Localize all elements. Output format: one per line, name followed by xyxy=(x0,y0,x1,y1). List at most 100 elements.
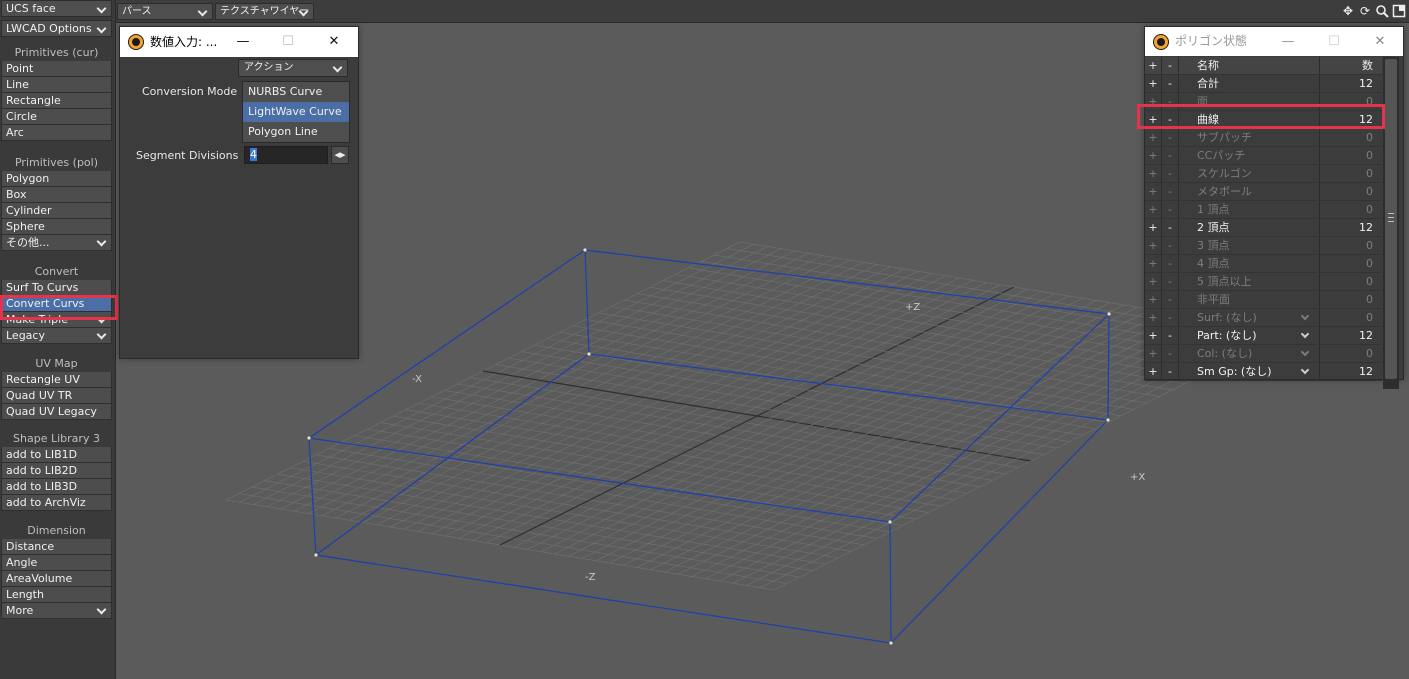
tool-arc-button[interactable]: Arc xyxy=(1,125,112,141)
remove-selection-button[interactable]: - xyxy=(1162,363,1179,380)
table-row[interactable]: + - 合計 12 xyxy=(1145,75,1382,93)
tool-distance-button[interactable]: Distance xyxy=(1,539,112,555)
add-selection-button[interactable]: + xyxy=(1145,75,1162,92)
remove-selection-button[interactable]: - xyxy=(1162,93,1179,110)
close-icon[interactable]: ✕ xyxy=(1365,27,1395,57)
table-row[interactable]: + - Sm Gp: (なし) 12 xyxy=(1145,363,1382,381)
view-mode-dropdown[interactable]: パース xyxy=(117,3,213,20)
scrollbar-thumb[interactable] xyxy=(1385,59,1397,379)
tool-length-button[interactable]: Length xyxy=(1,587,112,603)
tool-rectangle-button[interactable]: Rectangle xyxy=(1,93,112,109)
add-selection-button[interactable]: + xyxy=(1145,309,1162,326)
tool-point-button[interactable]: Point xyxy=(1,61,112,77)
tool-surf-to-curvs-button[interactable]: Surf To Curvs xyxy=(1,280,112,296)
minimize-icon[interactable]: — xyxy=(1273,27,1303,57)
tool-circle-button[interactable]: Circle xyxy=(1,109,112,125)
segment-divisions-input[interactable]: 4 xyxy=(244,146,328,164)
refresh-icon[interactable]: ⟳ xyxy=(1358,4,1372,18)
tool-add-lib1d-button[interactable]: add to LIB1D xyxy=(1,447,112,463)
zoom-icon[interactable] xyxy=(1375,4,1389,18)
add-selection-button[interactable]: + xyxy=(1145,327,1162,344)
polygon-window-titlebar[interactable]: ポリゴン状態 — ☐ ✕ xyxy=(1145,27,1403,56)
remove-selection-button[interactable]: - xyxy=(1162,237,1179,254)
remove-selection-button[interactable]: - xyxy=(1162,255,1179,272)
tool-more-dropdown[interactable]: More xyxy=(1,603,112,619)
numeric-window-titlebar[interactable]: 数値入力: ... — ☐ ✕ xyxy=(120,27,358,57)
tool-polygon-button[interactable]: Polygon xyxy=(1,171,112,187)
remove-selection-button[interactable]: - xyxy=(1162,111,1179,128)
remove-selection-button[interactable]: - xyxy=(1162,147,1179,164)
tool-quad-uv-legacy-button[interactable]: Quad UV Legacy xyxy=(1,404,112,420)
maximize-icon[interactable]: ☐ xyxy=(1319,27,1349,57)
remove-selection-button[interactable]: - xyxy=(1162,129,1179,146)
mode-option-lightwave[interactable]: LightWave Curve xyxy=(243,102,349,122)
action-dropdown[interactable]: アクション xyxy=(238,59,348,77)
maximize-icon[interactable]: ☐ xyxy=(273,27,303,57)
add-selection-button[interactable]: + xyxy=(1145,255,1162,272)
add-selection-button[interactable]: + xyxy=(1145,111,1162,128)
tool-sphere-button[interactable]: Sphere xyxy=(1,219,112,235)
stats-scrollbar[interactable] xyxy=(1383,57,1399,389)
add-selection-button[interactable]: + xyxy=(1145,129,1162,146)
table-row[interactable]: + - サブパッチ 0 xyxy=(1145,129,1382,147)
tool-add-lib2d-button[interactable]: add to LIB2D xyxy=(1,463,112,479)
table-row[interactable]: + - 1 頂点 0 xyxy=(1145,201,1382,219)
minimize-icon[interactable]: — xyxy=(228,27,258,57)
tool-quad-uv-tr-button[interactable]: Quad UV TR xyxy=(1,388,112,404)
tool-box-button[interactable]: Box xyxy=(1,187,112,203)
add-selection-button[interactable]: + xyxy=(1145,165,1162,182)
mode-option-nurbs[interactable]: NURBS Curve xyxy=(243,82,349,102)
table-row[interactable]: + - メタボール 0 xyxy=(1145,183,1382,201)
maximize-icon[interactable] xyxy=(1392,4,1406,18)
table-row[interactable]: + - 4 頂点 0 xyxy=(1145,255,1382,273)
add-selection-button[interactable]: + xyxy=(1145,93,1162,110)
move-icon[interactable]: ✥ xyxy=(1341,4,1355,18)
remove-selection-button[interactable]: - xyxy=(1162,273,1179,290)
tool-line-button[interactable]: Line xyxy=(1,77,112,93)
table-row[interactable]: + - スケルゴン 0 xyxy=(1145,165,1382,183)
add-selection-button[interactable]: + xyxy=(1145,219,1162,236)
tool-areavolume-button[interactable]: AreaVolume xyxy=(1,571,112,587)
remove-selection-button[interactable]: - xyxy=(1162,345,1179,362)
lwcad-options-dropdown[interactable]: LWCAD Options xyxy=(1,20,112,37)
remove-selection-button[interactable]: - xyxy=(1162,291,1179,308)
tool-make-triple-dropdown[interactable]: Make Triple xyxy=(1,312,112,328)
table-row[interactable]: + - 曲線 12 xyxy=(1145,111,1382,129)
add-selection-button[interactable]: + xyxy=(1145,345,1162,362)
close-icon[interactable]: ✕ xyxy=(319,27,349,57)
table-row[interactable]: + - 面 0 xyxy=(1145,93,1382,111)
tool-other-dropdown[interactable]: その他... xyxy=(1,235,112,251)
add-selection-button[interactable]: + xyxy=(1145,147,1162,164)
add-selection-button[interactable]: + xyxy=(1145,183,1162,200)
add-selection-button[interactable]: + xyxy=(1145,237,1162,254)
spinner-arrows-icon[interactable]: ◂▸ xyxy=(331,146,349,164)
render-mode-dropdown[interactable]: テクスチャワイヤー xyxy=(215,3,314,20)
add-selection-button[interactable]: + xyxy=(1145,363,1162,380)
remove-selection-button[interactable]: - xyxy=(1162,219,1179,236)
table-row[interactable]: + - 3 頂点 0 xyxy=(1145,237,1382,255)
table-row[interactable]: + - 5 頂点以上 0 xyxy=(1145,273,1382,291)
remove-selection-button[interactable]: - xyxy=(1162,327,1179,344)
table-row[interactable]: + - CCパッチ 0 xyxy=(1145,147,1382,165)
tool-add-archviz-button[interactable]: add to ArchViz xyxy=(1,495,112,511)
tool-add-lib3d-button[interactable]: add to LIB3D xyxy=(1,479,112,495)
mode-option-polygon-line[interactable]: Polygon Line xyxy=(243,122,349,142)
table-row[interactable]: + - Part: (なし) 12 xyxy=(1145,327,1382,345)
remove-selection-button[interactable]: - xyxy=(1162,183,1179,200)
remove-selection-button[interactable]: - xyxy=(1162,165,1179,182)
table-row[interactable]: + - 非平面 0 xyxy=(1145,291,1382,309)
tool-convert-curvs-button[interactable]: Convert Curvs xyxy=(1,296,112,312)
add-selection-button[interactable]: + xyxy=(1145,201,1162,218)
add-selection-button[interactable]: + xyxy=(1145,291,1162,308)
tool-legacy-dropdown[interactable]: Legacy xyxy=(1,328,112,344)
tool-angle-button[interactable]: Angle xyxy=(1,555,112,571)
remove-selection-button[interactable]: - xyxy=(1162,75,1179,92)
tool-cylinder-button[interactable]: Cylinder xyxy=(1,203,112,219)
ucs-face-dropdown[interactable]: UCS face xyxy=(1,0,112,17)
table-row[interactable]: + - 2 頂点 12 xyxy=(1145,219,1382,237)
remove-selection-button[interactable]: - xyxy=(1162,201,1179,218)
add-selection-button[interactable]: + xyxy=(1145,273,1162,290)
table-row[interactable]: + - Col: (なし) 0 xyxy=(1145,345,1382,363)
tool-rectangle-uv-button[interactable]: Rectangle UV xyxy=(1,372,112,388)
table-row[interactable]: + - Surf: (なし) 0 xyxy=(1145,309,1382,327)
